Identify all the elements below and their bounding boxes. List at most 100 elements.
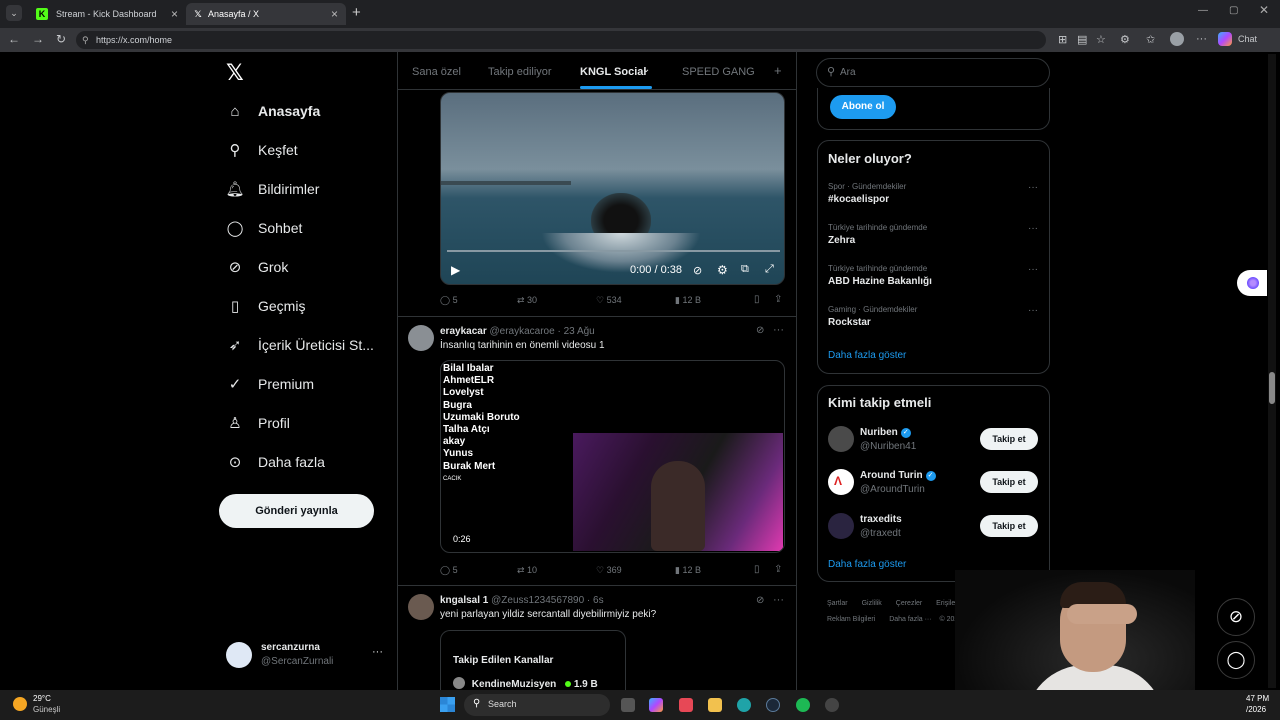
sidebar-item-bookmarks[interactable]: ▯ Geçmiş bbox=[226, 294, 306, 318]
trend-more-icon[interactable]: ··· bbox=[1028, 223, 1038, 234]
fullscreen-icon[interactable]: ⤢ bbox=[765, 263, 774, 276]
reply-button[interactable]: ◯ 5 bbox=[440, 295, 458, 306]
author-handle[interactable]: @eraykacaroe bbox=[490, 326, 555, 337]
reload-icon[interactable]: ↻ bbox=[56, 32, 66, 46]
share-icon[interactable]: ⇪ bbox=[774, 294, 782, 305]
post-more-icon[interactable]: ··· bbox=[773, 324, 784, 336]
floating-assistant-button[interactable] bbox=[1237, 270, 1267, 296]
bookmark-button[interactable]: ▯ bbox=[754, 564, 760, 575]
avatar[interactable] bbox=[408, 594, 434, 620]
reader-icon[interactable]: ▤ bbox=[1077, 33, 1087, 46]
trend-item[interactable]: Türkiye tarihinde gündemde Zehra ··· bbox=[828, 223, 1038, 246]
trend-item[interactable]: Türkiye tarihinde gündemde ABD Hazine Ba… bbox=[828, 264, 1038, 287]
account-switcher[interactable]: sercanzurna @SercanZurnali ··· bbox=[222, 636, 392, 676]
trend-item[interactable]: Gaming · Gündemdekiler Rockstar ··· bbox=[828, 305, 1038, 328]
trend-more-icon[interactable]: ··· bbox=[1028, 182, 1038, 193]
tab-for-you[interactable]: Sana özel bbox=[412, 66, 461, 78]
add-tab-icon[interactable]: + bbox=[774, 63, 782, 78]
forward-icon[interactable]: → bbox=[32, 32, 44, 46]
weather-sun-icon[interactable] bbox=[13, 697, 27, 711]
footer-link[interactable]: Reklam Bilgileri bbox=[827, 616, 875, 623]
maximize-icon[interactable]: ▢ bbox=[1229, 5, 1238, 16]
window-close-icon[interactable]: ✕ bbox=[1259, 3, 1269, 17]
grok-icon[interactable]: ⊘ bbox=[756, 325, 764, 336]
sidebar-item-premium[interactable]: ✓ Premium bbox=[226, 372, 314, 396]
show-more-link[interactable]: Daha fazla göster bbox=[828, 559, 906, 570]
avatar[interactable] bbox=[408, 325, 434, 351]
share-icon[interactable]: ⇪ bbox=[774, 564, 782, 575]
mute-icon[interactable]: ⊘ bbox=[693, 264, 702, 277]
views-button[interactable]: ▮ 12 B bbox=[675, 565, 701, 576]
bookmark-button[interactable]: ▯ bbox=[754, 294, 760, 305]
trend-item[interactable]: Spor · Gündemdekiler #kocaelispor ··· bbox=[828, 182, 1038, 205]
clock-time[interactable]: 47 PM bbox=[1246, 694, 1269, 703]
search-input[interactable]: ⚲ Ara bbox=[816, 58, 1050, 87]
post-time[interactable]: 23 Ağu bbox=[564, 326, 595, 337]
x-logo[interactable]: 𝕏 bbox=[226, 60, 244, 86]
post-more-icon[interactable]: ··· bbox=[773, 594, 784, 606]
post-button[interactable]: Gönderi yayınla bbox=[219, 494, 374, 528]
reply-button[interactable]: ◯ 5 bbox=[440, 565, 458, 576]
author-name[interactable]: kngalsal 1 bbox=[440, 595, 488, 606]
footer-link[interactable]: Şartlar bbox=[827, 600, 848, 607]
copilot-chat-label[interactable]: Chat bbox=[1238, 34, 1257, 44]
show-more-link[interactable]: Daha fazla göster bbox=[828, 350, 906, 361]
messages-floating-button[interactable]: ◯ bbox=[1217, 641, 1255, 679]
edge-icon[interactable] bbox=[737, 698, 751, 712]
like-button[interactable]: ♡ 534 bbox=[596, 295, 622, 306]
sidebar-item-chat[interactable]: ◯ Sohbet bbox=[226, 216, 303, 240]
favorite-star-icon[interactable]: ☆ bbox=[1096, 33, 1106, 46]
sidebar-item-grok[interactable]: ⊘ Grok bbox=[226, 255, 289, 279]
copilot-icon[interactable] bbox=[649, 698, 663, 712]
grok-icon[interactable]: ⊘ bbox=[756, 595, 764, 606]
video-progress-bar[interactable] bbox=[447, 250, 780, 252]
follow-button[interactable]: Takip et bbox=[980, 428, 1038, 450]
extensions-icon[interactable]: ⚙ bbox=[1120, 33, 1130, 46]
post-time[interactable]: 6s bbox=[593, 595, 604, 606]
sidebar-item-creator-studio[interactable]: ➶ İçerik Üreticisi St... bbox=[226, 333, 374, 357]
pip-icon[interactable]: ⧉ bbox=[741, 263, 749, 276]
sidebar-item-notifications[interactable]: 🔔︎ Bildirimler bbox=[225, 177, 319, 201]
sidebar-item-more[interactable]: ⊙ Daha fazla bbox=[226, 450, 325, 474]
footer-link[interactable]: Çerezler bbox=[896, 600, 922, 607]
follow-button[interactable]: Takip et bbox=[980, 515, 1038, 537]
grok-floating-button[interactable]: ⊘ bbox=[1217, 598, 1255, 636]
spotify-icon[interactable] bbox=[796, 698, 810, 712]
settings-more-icon[interactable]: ··· bbox=[1196, 33, 1207, 45]
subscribe-button[interactable]: Abone ol bbox=[830, 95, 896, 119]
repost-button[interactable]: ⇄ 30 bbox=[517, 295, 537, 306]
file-explorer-icon[interactable] bbox=[708, 698, 722, 712]
minimize-icon[interactable]: — bbox=[1198, 5, 1208, 16]
follow-button[interactable]: Takip et bbox=[980, 471, 1038, 493]
suggestion-name[interactable]: Nuriben ✓ bbox=[860, 427, 911, 438]
obs-icon[interactable] bbox=[825, 698, 839, 712]
author-handle[interactable]: @Zeuss1234567890 bbox=[491, 595, 584, 606]
taskbar-search[interactable]: ⚲ Search bbox=[464, 694, 610, 716]
address-bar[interactable]: ⚲ https://x.com/home bbox=[76, 31, 1046, 49]
sidebar-item-explore[interactable]: ⚲ Keşfet bbox=[226, 138, 298, 162]
store-icon[interactable] bbox=[679, 698, 693, 712]
trend-more-icon[interactable]: ··· bbox=[1028, 305, 1038, 316]
author-name[interactable]: eraykacar bbox=[440, 326, 487, 337]
close-tab-icon[interactable]: × bbox=[331, 3, 338, 25]
avatar[interactable]: Λ bbox=[828, 469, 854, 495]
task-view-icon[interactable] bbox=[621, 698, 635, 712]
new-tab-icon[interactable]: + bbox=[352, 4, 361, 21]
sidebar-item-home[interactable]: ⌂ Anasayfa bbox=[226, 99, 320, 123]
repost-button[interactable]: ⇄ 10 bbox=[517, 565, 537, 576]
video-player[interactable]: Bilal Ibalar AhmetELR Lovelyst Bugra Uzu… bbox=[440, 360, 785, 553]
page-scrollbar[interactable] bbox=[1268, 54, 1276, 688]
image-attachment[interactable]: Takip Edilen Kanallar KendineMuzisyen 1.… bbox=[440, 630, 626, 690]
chevron-down-icon[interactable]: ⌄ bbox=[642, 64, 650, 75]
account-more-icon[interactable]: ··· bbox=[372, 646, 383, 658]
tab-kick-dashboard[interactable]: K Stream - Kick Dashboard × bbox=[26, 3, 186, 25]
footer-link[interactable]: Daha fazla ··· bbox=[889, 616, 931, 623]
site-info-icon[interactable]: ⚲ bbox=[82, 31, 89, 49]
tab-list-chevron-icon[interactable]: ⌄ bbox=[6, 5, 22, 21]
settings-icon[interactable]: ⚙ bbox=[717, 263, 728, 277]
avatar[interactable] bbox=[828, 426, 854, 452]
windows-start-icon[interactable] bbox=[440, 697, 455, 712]
views-button[interactable]: ▮ 12 B bbox=[675, 295, 701, 306]
page-scrollbar-thumb[interactable] bbox=[1269, 372, 1275, 404]
sidebar-item-profile[interactable]: ♙ Profil bbox=[226, 411, 290, 435]
